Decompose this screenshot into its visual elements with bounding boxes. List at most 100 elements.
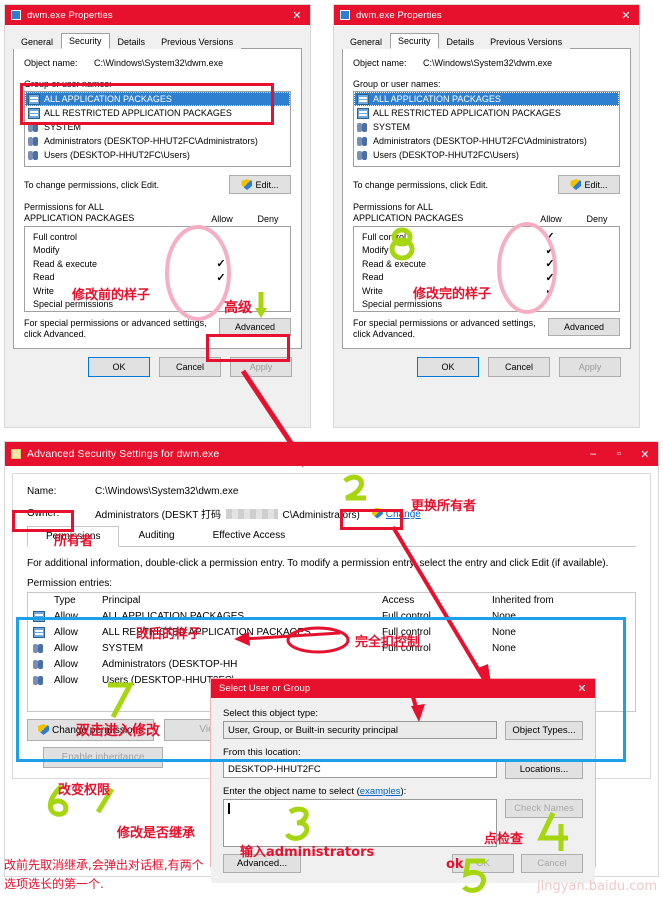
name-label: Name: [27,486,57,497]
tab-auditing[interactable]: Auditing [119,525,193,546]
watermark: jingyan.baidu.com [537,879,657,894]
locations-button[interactable]: Locations... [505,760,583,779]
allow-checkbox[interactable]: ✓ [198,257,244,270]
owner-value-pre: Administrators (DESKT [95,510,199,521]
permission-row[interactable]: Modify ✓ [354,244,619,258]
tab-previous-versions[interactable]: Previous Versions [153,34,242,49]
list-item-label: ALL APPLICATION PACKAGES [373,94,501,104]
close-icon[interactable]: ✕ [284,5,310,25]
grid-header-type[interactable]: Type [54,595,102,606]
list-item[interactable]: Administrators (DESKTOP-HHUT2FC\Administ… [25,134,290,148]
owner-row: Owner: Administrators (DESKT 打码 C\Admini… [27,506,636,521]
object-name-row: Object name: C:\Windows\System32\dwm.exe [24,58,291,68]
list-item[interactable]: Users (DESKTOP-HHUT2FC\Users) [25,148,290,162]
permission-name: Read [33,272,55,283]
permission-row[interactable]: Read & execute ✓ [25,257,290,271]
redbox-change-link [340,509,403,530]
examples-link[interactable]: examples [360,786,401,797]
close-icon[interactable]: ✕ [632,444,658,464]
shield-icon [570,179,582,190]
ok-button[interactable]: OK [417,357,479,377]
grid-header-icon [28,595,54,606]
list-item[interactable]: Administrators (DESKTOP-HHUT2FC\Administ… [354,134,619,148]
tab-security[interactable]: Security [61,33,110,49]
permission-row[interactable]: Full control ✓ [354,230,619,244]
annotation-double-click-cn: 双击进入修改 [76,723,160,739]
permission-name: Modify [362,245,389,256]
properties-window-after[interactable]: dwm.exe Properties ✕ General Security De… [333,4,640,428]
tab-general[interactable]: General [342,34,391,49]
edit-button[interactable]: Edit... [558,175,620,194]
tab-security[interactable]: Security [390,33,439,49]
tab-details[interactable]: Details [109,34,154,49]
advanced-hint-line1: For special permissions or advanced sett… [353,318,536,328]
object-name-row: Object name: C:\Windows\System32\dwm.exe [353,58,620,68]
group-list[interactable]: ALL APPLICATION PACKAGES ALL RESTRICTED … [353,91,620,167]
redbox-owner-label [12,510,74,532]
tab-details[interactable]: Details [438,34,483,49]
allow-checkbox[interactable]: ✓ [527,257,573,270]
titlebar-advanced: Advanced Security Settings for dwm.exe –… [5,442,658,466]
maximize-icon[interactable]: ▫ [606,444,632,464]
advanced-button[interactable]: Advanced [548,318,620,336]
close-icon[interactable]: ✕ [613,5,639,25]
grid-header-access[interactable]: Access [382,595,492,606]
object-name-input[interactable] [223,799,497,847]
cancel-button[interactable]: Cancel [521,854,583,873]
app-icon [340,10,350,20]
grid-header-principal[interactable]: Principal [102,595,382,606]
permissions-for-line1: Permissions for ALL [353,202,434,212]
annotation-after-change-cn: 改后的样子 [136,627,202,642]
permission-name: Full control [33,231,78,242]
permission-name: Read [362,272,384,283]
allow-checkbox[interactable]: ✓ [198,271,244,284]
list-item[interactable]: ALL APPLICATION PACKAGES [354,92,619,106]
allow-checkbox[interactable]: ✓ [527,284,573,297]
apply-button: Apply [559,357,621,377]
allow-checkbox[interactable]: ✓ [527,244,573,257]
grid-header-inherited[interactable]: Inherited from [492,595,602,606]
list-item[interactable]: SYSTEM [354,120,619,134]
tab-previous-versions[interactable]: Previous Versions [482,34,571,49]
ok-button[interactable]: OK [88,357,150,377]
list-item[interactable]: ALL RESTRICTED APPLICATION PACKAGES [354,106,619,120]
tabstrip-after[interactable]: General Security Details Previous Versio… [342,31,631,49]
minimize-icon[interactable]: – [580,444,606,464]
allow-checkbox[interactable]: ✓ [527,230,573,243]
object-name-value: C:\Windows\System32\dwm.exe [423,58,553,68]
edit-button[interactable]: Edit... [229,175,291,194]
change-permissions-hint: To change permissions, click Edit. [24,179,160,190]
annotation-input-admins-cn: 输入administrators [240,845,375,860]
properties-window-before[interactable]: dwm.exe Properties ✕ General Security De… [4,4,311,428]
permission-row[interactable]: Read ✓ [25,271,290,285]
tab-general[interactable]: General [13,34,62,49]
advanced-tabstrip[interactable]: Permissions Auditing Effective Access [27,525,636,547]
deny-column-header: Deny [586,214,608,224]
list-item-label: Users (DESKTOP-HHUT2FC\Users) [44,150,190,160]
location-field[interactable]: DESKTOP-HHUT2FC [223,760,497,778]
annotation-advanced-cn: 高级 [224,300,252,316]
allow-checkbox[interactable]: ✓ [527,271,573,284]
tab-effective-access[interactable]: Effective Access [194,525,305,546]
permissions-for-line1: Permissions for ALL [24,202,105,212]
list-item[interactable]: Users (DESKTOP-HHUT2FC\Users) [354,148,619,162]
permissions-for-line2: APPLICATION PACKAGES [24,213,135,223]
permission-row[interactable]: Write [25,284,290,298]
permission-row[interactable]: Full control [25,230,290,244]
footnote-line1: 改前先取消继承,会弹出对话框,有两个 [4,858,204,872]
annotation-check-cn: 点检查 [484,832,524,847]
permission-row[interactable]: Read & execute ✓ [354,257,619,271]
permission-name: Read & execute [362,258,427,269]
folder-icon [11,449,21,459]
cancel-button[interactable]: Cancel [488,357,550,377]
name-value: C:\Windows\System32\dwm.exe [95,486,239,497]
package-icon [357,93,369,105]
deny-column-header: Deny [257,214,279,224]
footnote-line2: 选项选长的第一个. [4,877,104,891]
permissions-header: Permissions for ALL APPLICATION PACKAGES… [24,202,291,224]
permission-row[interactable]: Read ✓ [354,271,619,285]
object-name-row: Check Names [223,799,583,847]
tabstrip-before[interactable]: General Security Details Previous Versio… [13,31,302,49]
permission-row[interactable]: Modify [25,244,290,258]
mosaic-redaction [225,509,278,519]
